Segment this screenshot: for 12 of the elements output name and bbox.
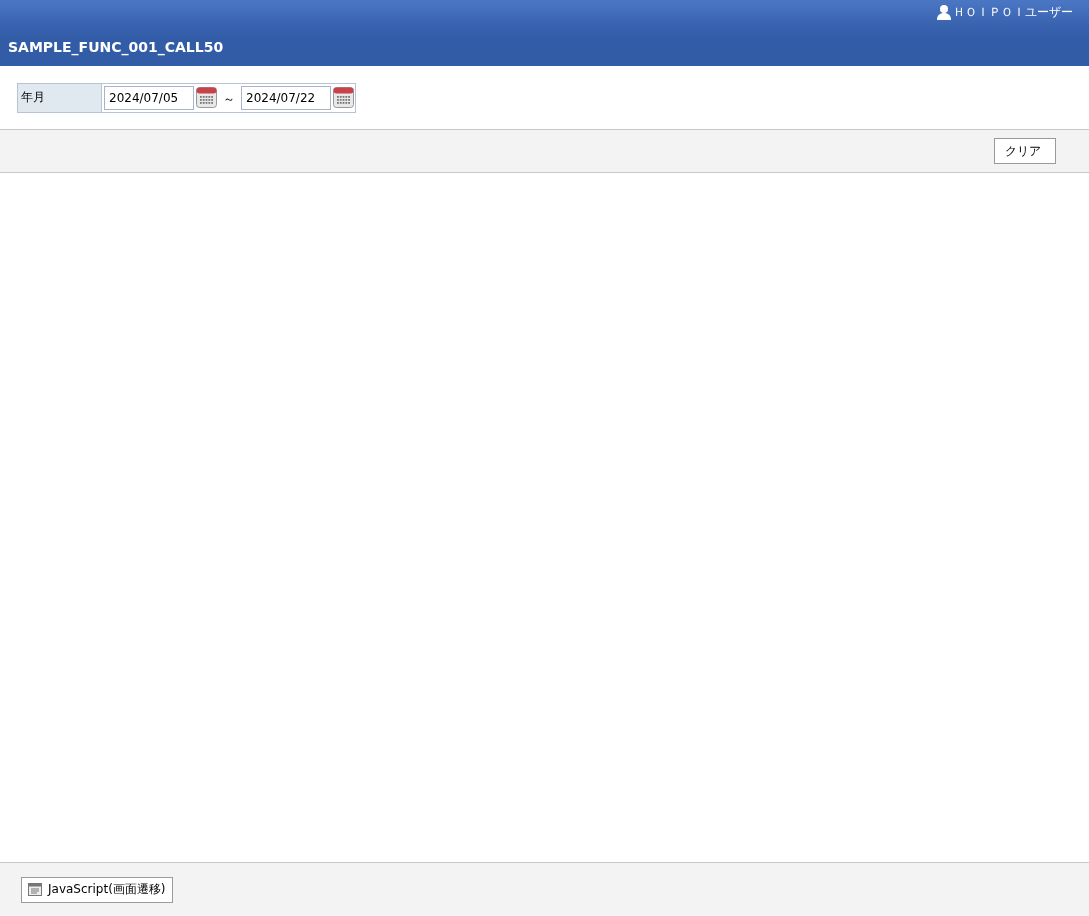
date-from-field[interactable]: 2024/07/05 <box>104 85 194 110</box>
document-icon <box>28 883 42 896</box>
user-name: ＨＯＩＰＯＩユーザー <box>953 3 1073 21</box>
calendar-icon[interactable] <box>196 87 217 108</box>
range-separator: ～ <box>223 91 235 108</box>
date-to-field[interactable]: 2024/07/22 <box>241 85 331 110</box>
user-icon <box>937 4 951 20</box>
field-label: 年月 <box>18 83 102 112</box>
script-button[interactable]: JavaScript(画面遷移) <box>21 876 173 903</box>
page-title: SAMPLE_FUNC_001_CALL50 <box>8 39 225 55</box>
clear-button[interactable]: クリア <box>994 138 1056 164</box>
calendar-icon[interactable] <box>333 87 354 108</box>
